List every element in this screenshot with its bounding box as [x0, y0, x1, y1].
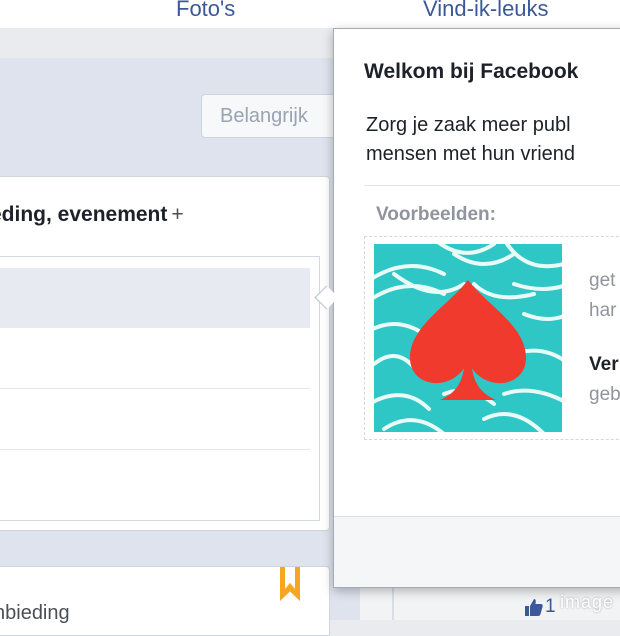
- example-text-bold: Ver: [589, 354, 619, 375]
- composer-tabs[interactable]: eding, evenement +: [0, 203, 184, 227]
- watermark: image: [560, 592, 615, 612]
- plus-icon[interactable]: +: [171, 203, 183, 226]
- example-spade-image: [374, 244, 562, 432]
- composer-option[interactable]: [0, 390, 310, 450]
- popover-footer: [334, 516, 620, 587]
- popover-title: Welkom bij Facebook: [364, 60, 579, 83]
- composer-option-selected[interactable]: [0, 268, 310, 328]
- example-text-line: geb: [589, 384, 620, 405]
- example-text-line: har: [589, 300, 617, 321]
- composer-tab-label: eding, evenement: [0, 203, 168, 226]
- like-count: 1: [545, 596, 556, 617]
- composer-option[interactable]: [0, 330, 310, 390]
- thumbs-up-icon[interactable]: [524, 597, 544, 617]
- composer-option[interactable]: [0, 451, 310, 511]
- page-top-nav: Foto's Vind-ik-leuks: [0, 0, 620, 28]
- examples-label: Voorbeelden:: [376, 204, 496, 225]
- nav-link-photos[interactable]: Foto's: [176, 0, 235, 22]
- example-text-line: get: [589, 270, 616, 291]
- popover-divider: [364, 185, 620, 186]
- nav-link-likes[interactable]: Vind-ik-leuks: [423, 0, 549, 22]
- popover-body-line: Zorg je zaak meer publ: [366, 114, 571, 136]
- feed-post-text: nbieding: [0, 602, 70, 624]
- popover-body-line: mensen met hun vriend: [366, 143, 576, 165]
